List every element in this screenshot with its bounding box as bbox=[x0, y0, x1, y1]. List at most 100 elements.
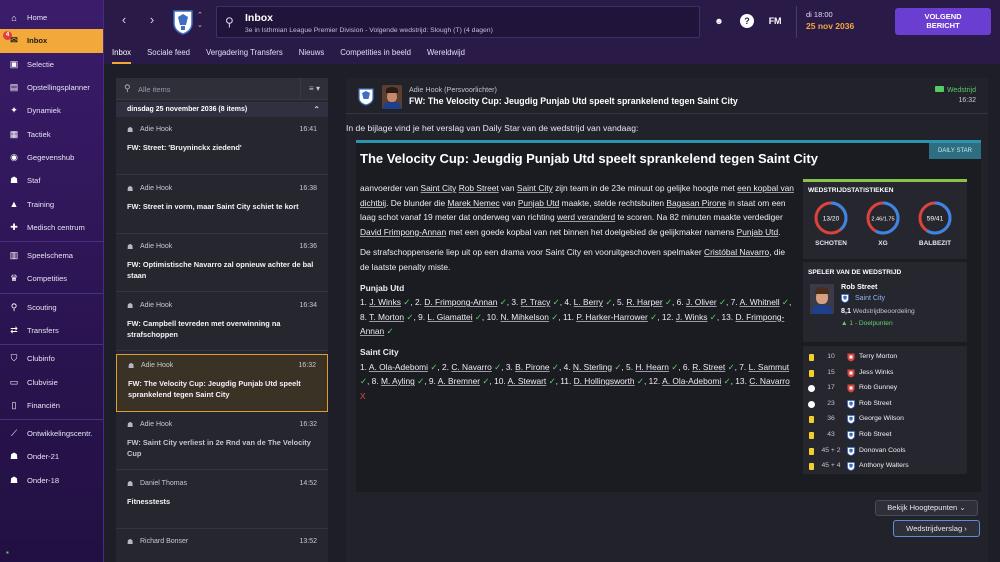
sidebar-item-label: Onder-18 bbox=[27, 475, 60, 485]
sidebar-item-speelschema[interactable]: ▥ Speelschema bbox=[0, 244, 103, 267]
sidebar-item-financien[interactable]: ▯ Financiën bbox=[0, 394, 103, 417]
chevron-up-icon[interactable]: ⌃ bbox=[313, 102, 320, 117]
sender-name: Adie Hook bbox=[140, 302, 173, 309]
event-row[interactable]: 23 Rob Street bbox=[803, 397, 967, 413]
chevron-down-icon: ⌄ bbox=[959, 503, 966, 512]
tab-social-feed[interactable]: Sociale feed bbox=[147, 44, 190, 64]
event-row[interactable]: 15 Jess Winks bbox=[803, 366, 967, 382]
message-intro: In de bijlage vind je het verslag van Da… bbox=[346, 123, 639, 133]
list-item[interactable]: ☗ Richard Bonser 13:52 bbox=[116, 531, 328, 562]
sidebar-item-ontwikkeling[interactable]: ⟋ Ontwikkelingscentr. bbox=[0, 422, 103, 445]
sidebar-item-home[interactable]: ⌂ Home bbox=[0, 6, 103, 29]
sender-avatar[interactable] bbox=[382, 85, 402, 109]
sidebar-divider bbox=[0, 419, 103, 421]
social-icon[interactable]: ☻ bbox=[712, 14, 726, 28]
location-bar[interactable]: ⚲ Inbox 3e in Isthmian League Premier Di… bbox=[216, 6, 700, 38]
list-item-selected[interactable]: ☗ Adie Hook 16:32 FW: The Velocity Cup: J… bbox=[116, 354, 328, 412]
page-title: Inbox bbox=[245, 12, 273, 24]
message-detail: Adie Hook (Persvoorlichter) FW: The Velo… bbox=[346, 78, 988, 562]
event-row[interactable]: 45 + 2 Donovan Cools bbox=[803, 444, 967, 460]
day-group-header[interactable]: dinsdag 25 november 2036 (8 items) ⌃ bbox=[116, 102, 328, 117]
event-row[interactable]: 43 Rob Street bbox=[803, 428, 967, 444]
sidebar-item-label: Selectie bbox=[27, 59, 55, 69]
message-time: 16:32 bbox=[299, 421, 317, 428]
tab-competitions[interactable]: Competities in beeld bbox=[340, 44, 411, 64]
tab-news[interactable]: Nieuws bbox=[299, 44, 325, 64]
event-row[interactable]: 17 Rob Gunney bbox=[803, 381, 967, 397]
article-source-badge: DAILY STAR bbox=[929, 143, 981, 159]
saint-city-crest-icon bbox=[847, 431, 855, 440]
sidebar-item-scouting[interactable]: ⚲ Scouting bbox=[0, 296, 103, 319]
sidebar-item-label: Tactiek bbox=[27, 129, 51, 139]
list-item[interactable]: ☗ Daniel Thomas 14:52 Fitnesstests bbox=[116, 473, 328, 529]
sidebar-item-tactiek[interactable]: ▦ Tactiek bbox=[0, 122, 103, 145]
player-club[interactable]: Saint City bbox=[841, 294, 885, 303]
sidebar-item-opstellingsplanner[interactable]: ▤ Opstellingsplanner bbox=[0, 76, 103, 99]
article-paragraph: aanvoerder van Saint City Rob Street van… bbox=[360, 183, 794, 237]
tab-inbox[interactable]: Inbox bbox=[112, 44, 132, 64]
list-item[interactable]: ☗ Adie Hook 16:34 FW: Campbell tevreden m… bbox=[116, 295, 328, 351]
sidebar-item-inbox[interactable]: 4 ✉ Inbox bbox=[0, 29, 103, 53]
sidebar-item-competities[interactable]: ♛ Competities bbox=[0, 267, 103, 290]
list-item[interactable]: ☗ Adie Hook 16:36 FW: Optimistische Navar… bbox=[116, 236, 328, 292]
message-header: Adie Hook (Persvoorlichter) FW: The Velo… bbox=[346, 78, 988, 114]
event-player: Terry Morton bbox=[859, 353, 898, 360]
list-item[interactable]: ☗ Adie Hook 16:32 FW: Saint City verliest… bbox=[116, 414, 328, 470]
tab-worldwide[interactable]: Wereldwijd bbox=[427, 44, 465, 64]
sidebar-item-gegevenshub[interactable]: ◉ Gegevenshub bbox=[0, 146, 103, 169]
sidebar-item-onder-21[interactable]: ☗ Onder-21 bbox=[0, 445, 103, 468]
sidebar-item-transfers[interactable]: ⇄ Transfers bbox=[0, 319, 103, 342]
event-row[interactable]: 10 Terry Morton bbox=[803, 350, 967, 366]
chevron-right-icon: › bbox=[964, 524, 967, 533]
saint-city-crest-icon bbox=[847, 415, 855, 425]
u21-icon: ☗ bbox=[9, 451, 19, 462]
sidebar-item-dynamiek[interactable]: ✦ Dynamiek bbox=[0, 99, 103, 122]
sidebar-item-selectie[interactable]: ▣ Selectie bbox=[0, 53, 103, 76]
sidebar-item-clubvisie[interactable]: ▭ Clubvisie bbox=[0, 370, 103, 393]
sub-tabs: Inbox Sociale feed Vergadering Transfers… bbox=[104, 44, 1000, 64]
event-row[interactable]: 45 + 4 Anthony Walters bbox=[803, 459, 967, 475]
view-highlights-button[interactable]: Bekijk Hoogtepunten ⌄ bbox=[875, 500, 978, 516]
person-icon: ☗ bbox=[127, 303, 134, 310]
schedule-icon: ▥ bbox=[9, 250, 19, 261]
forward-arrow-icon[interactable]: › bbox=[144, 12, 160, 28]
event-minute: 45 + 4 bbox=[821, 462, 841, 470]
event-row[interactable]: 36 George Wilson bbox=[803, 412, 967, 428]
sidebar-item-label: Ontwikkelingscentr. bbox=[27, 429, 93, 439]
search-input[interactable]: Alle items bbox=[138, 85, 171, 94]
match-stats-panel: WEDSTRIJDSTATISTIEKEN 13/20 SCHOTEN 2.46… bbox=[803, 179, 967, 259]
fm-menu-button[interactable]: FM bbox=[766, 14, 784, 28]
sidebar-item-training[interactable]: ▲ Training bbox=[0, 192, 103, 215]
list-options-icon[interactable]: ≡ ▾ bbox=[300, 78, 328, 100]
tab-transfer-meeting[interactable]: Vergadering Transfers bbox=[206, 44, 283, 64]
sender-name: Richard Bonser bbox=[140, 538, 189, 545]
match-report-button[interactable]: Wedstrijdverslag › bbox=[893, 520, 980, 537]
sidebar-item-staf[interactable]: ☗ Staf bbox=[0, 169, 103, 192]
help-icon[interactable]: ? bbox=[740, 14, 754, 28]
club-crest-icon[interactable] bbox=[172, 9, 194, 35]
list-item[interactable]: ☗ Adie Hook 16:41 FW: Street: 'Bruyninckx… bbox=[116, 119, 328, 175]
sidebar-item-clubinfo[interactable]: ⛉ Clubinfo bbox=[0, 347, 103, 370]
message-filter-bar[interactable]: ⚲ Alle items ≡ ▾ bbox=[116, 78, 328, 100]
club-switch-icon[interactable]: ⌃ ⌄ bbox=[197, 11, 203, 31]
person-icon: ☗ bbox=[127, 244, 134, 251]
sidebar-item-medisch[interactable]: ✚ Medisch centrum bbox=[0, 216, 103, 239]
message-from[interactable]: Adie Hook (Persvoorlichter) bbox=[409, 85, 497, 94]
connection-status-icon[interactable]: ▪ bbox=[6, 548, 9, 557]
sidebar-item-label: Onder-21 bbox=[27, 452, 60, 462]
next-message-button[interactable]: VOLGEND BERICHT bbox=[895, 8, 991, 35]
message-subject: FW: Saint City verliest in 2e Rnd van de… bbox=[127, 438, 311, 458]
player-name[interactable]: Rob Street bbox=[841, 282, 877, 291]
button-label: Wedstrijdverslag bbox=[906, 524, 963, 533]
player-goals: ▲ 1 - Doelpunten bbox=[841, 320, 893, 327]
sidebar-item-onder-18[interactable]: ☗ Onder-18 bbox=[0, 469, 103, 492]
back-arrow-icon[interactable]: ‹ bbox=[116, 12, 132, 28]
sidebar-item-label: Inbox bbox=[27, 36, 48, 46]
category-label: Wedstrijd bbox=[946, 87, 976, 94]
player-avatar[interactable] bbox=[810, 284, 834, 314]
player-of-match-panel: SPELER VAN DE WEDSTRIJD Rob Street Saint… bbox=[803, 262, 967, 342]
message-subject: FW: Street: 'Bruyninckx ziedend' bbox=[127, 143, 242, 152]
list-item[interactable]: ☗ Adie Hook 16:38 FW: Street in vorm, maa… bbox=[116, 178, 328, 234]
message-sender: ☗ Adie Hook bbox=[127, 126, 318, 134]
event-player: Donovan Cools bbox=[859, 446, 906, 454]
